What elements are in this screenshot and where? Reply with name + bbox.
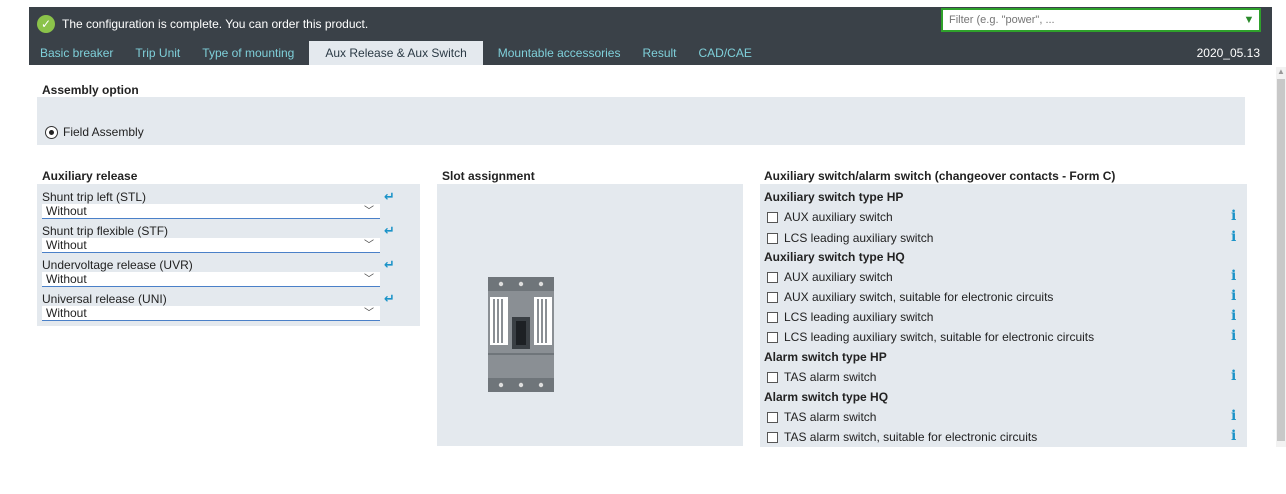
release-select-uni[interactable]: Without ﹀ [42, 306, 380, 321]
auxiliary-release-panel: Shunt trip left (STL) Without ﹀ ↵ Shunt t… [37, 184, 420, 326]
checkbox[interactable] [767, 271, 778, 283]
option-label: LCS leading auxiliary switch [784, 231, 934, 245]
field-assembly-option[interactable]: Field Assembly [45, 125, 144, 139]
checkbox[interactable] [767, 232, 778, 244]
info-icon[interactable]: i [1231, 428, 1236, 444]
option-label: TAS alarm switch [784, 370, 877, 384]
checkbox[interactable] [767, 331, 778, 343]
tab-basic-breaker[interactable]: Basic breaker [29, 41, 124, 65]
release-label-stl: Shunt trip left (STL) [42, 190, 147, 204]
release-value: Without [46, 306, 87, 320]
checkbox[interactable] [767, 431, 778, 443]
circuit-breaker-image [488, 277, 554, 392]
chevron-down-icon: ﹀ [364, 206, 374, 217]
apply-enter-icon[interactable]: ↵ [384, 292, 398, 306]
release-label-uni: Universal release (UNI) [42, 292, 167, 306]
filter-funnel-icon[interactable]: ▼ [1239, 14, 1259, 26]
option-label: LCS leading auxiliary switch, suitable f… [784, 330, 1095, 344]
aux-switch-title: Auxiliary switch/alarm switch (changeove… [764, 169, 1116, 183]
tab-trip-unit[interactable]: Trip Unit [124, 41, 191, 65]
apply-enter-icon[interactable]: ↵ [384, 224, 398, 238]
option-tas-hp[interactable]: TAS alarm switch [767, 370, 876, 384]
info-icon[interactable]: i [1231, 288, 1236, 304]
checkbox[interactable] [767, 211, 778, 223]
option-label: AUX auxiliary switch, suitable for elect… [784, 290, 1054, 304]
filter-input[interactable] [943, 10, 1239, 30]
info-icon[interactable]: i [1231, 208, 1236, 224]
release-select-uvr[interactable]: Without ﹀ [42, 272, 380, 287]
group-title: Auxiliary switch type HQ [764, 250, 905, 264]
assembly-panel: Field Assembly [37, 97, 1245, 145]
assembly-option-title: Assembly option [42, 83, 139, 97]
chevron-down-icon: ﹀ [364, 240, 374, 251]
release-value: Without [46, 238, 87, 252]
auxiliary-release-title: Auxiliary release [42, 169, 138, 183]
info-icon[interactable]: i [1231, 328, 1236, 344]
chevron-down-icon: ﹀ [364, 308, 374, 319]
scroll-thumb[interactable] [1277, 79, 1285, 441]
release-label-stf: Shunt trip flexible (STF) [42, 224, 169, 238]
check-circle-icon: ✓ [37, 15, 55, 33]
info-icon[interactable]: i [1231, 408, 1236, 424]
release-value: Without [46, 272, 87, 286]
info-icon[interactable]: i [1231, 229, 1236, 245]
release-value: Without [46, 204, 87, 218]
option-aux-hq[interactable]: AUX auxiliary switch [767, 270, 893, 284]
option-lcs-hp[interactable]: LCS leading auxiliary switch [767, 231, 933, 245]
option-label: AUX auxiliary switch [784, 270, 893, 284]
field-assembly-radio[interactable] [45, 125, 58, 139]
chevron-down-icon: ﹀ [364, 274, 374, 285]
apply-enter-icon[interactable]: ↵ [384, 190, 398, 204]
tab-mountable-accessories[interactable]: Mountable accessories [487, 41, 632, 65]
tab-type-of-mounting[interactable]: Type of mounting [191, 41, 305, 65]
apply-enter-icon[interactable]: ↵ [384, 258, 398, 272]
aux-switch-panel: Auxiliary switch type HP AUX auxiliary s… [760, 184, 1247, 447]
checkbox[interactable] [767, 311, 778, 323]
info-icon[interactable]: i [1231, 308, 1236, 324]
slot-assignment-title: Slot assignment [442, 169, 535, 183]
option-label: TAS alarm switch [784, 410, 877, 424]
option-aux-hp[interactable]: AUX auxiliary switch [767, 210, 893, 224]
release-label-uvr: Undervoltage release (UVR) [42, 258, 193, 272]
vertical-scrollbar[interactable]: ▲ [1276, 67, 1286, 447]
option-label: TAS alarm switch, suitable for electroni… [784, 430, 1038, 444]
info-icon[interactable]: i [1231, 268, 1236, 284]
checkbox[interactable] [767, 371, 778, 383]
option-tas-hq[interactable]: TAS alarm switch [767, 410, 876, 424]
release-select-stf[interactable]: Without ﹀ [42, 238, 380, 253]
tab-aux-release-aux-switch[interactable]: Aux Release & Aux Switch [309, 41, 483, 65]
filter-box[interactable]: ▼ [941, 8, 1261, 32]
app-header: ✓ The configuration is complete. You can… [29, 7, 1272, 65]
group-title: Alarm switch type HQ [764, 390, 889, 404]
tab-result[interactable]: Result [631, 41, 687, 65]
option-lcs-hq[interactable]: LCS leading auxiliary switch [767, 310, 933, 324]
slot-assignment-panel [437, 184, 743, 446]
tab-cad-cae[interactable]: CAD/CAE [688, 41, 763, 65]
status-text: The configuration is complete. You can o… [62, 17, 369, 31]
group-title: Auxiliary switch type HP [764, 190, 904, 204]
status-message: ✓ The configuration is complete. You can… [37, 13, 368, 35]
version-label: 2020_05.13 [1196, 46, 1260, 60]
option-aux-hq-electronic[interactable]: AUX auxiliary switch, suitable for elect… [767, 290, 1053, 304]
option-lcs-hq-electronic[interactable]: LCS leading auxiliary switch, suitable f… [767, 330, 1094, 344]
checkbox[interactable] [767, 291, 778, 303]
group-title: Alarm switch type HP [764, 350, 887, 364]
option-label: AUX auxiliary switch [784, 210, 893, 224]
checkbox[interactable] [767, 411, 778, 423]
info-icon[interactable]: i [1231, 368, 1236, 384]
field-assembly-label: Field Assembly [63, 125, 144, 139]
tab-bar: Basic breaker Trip Unit Type of mounting… [29, 41, 763, 65]
release-select-stl[interactable]: Without ﹀ [42, 204, 380, 219]
option-tas-hq-electronic[interactable]: TAS alarm switch, suitable for electroni… [767, 430, 1037, 444]
option-label: LCS leading auxiliary switch [784, 310, 934, 324]
scroll-up-icon[interactable]: ▲ [1276, 67, 1286, 77]
